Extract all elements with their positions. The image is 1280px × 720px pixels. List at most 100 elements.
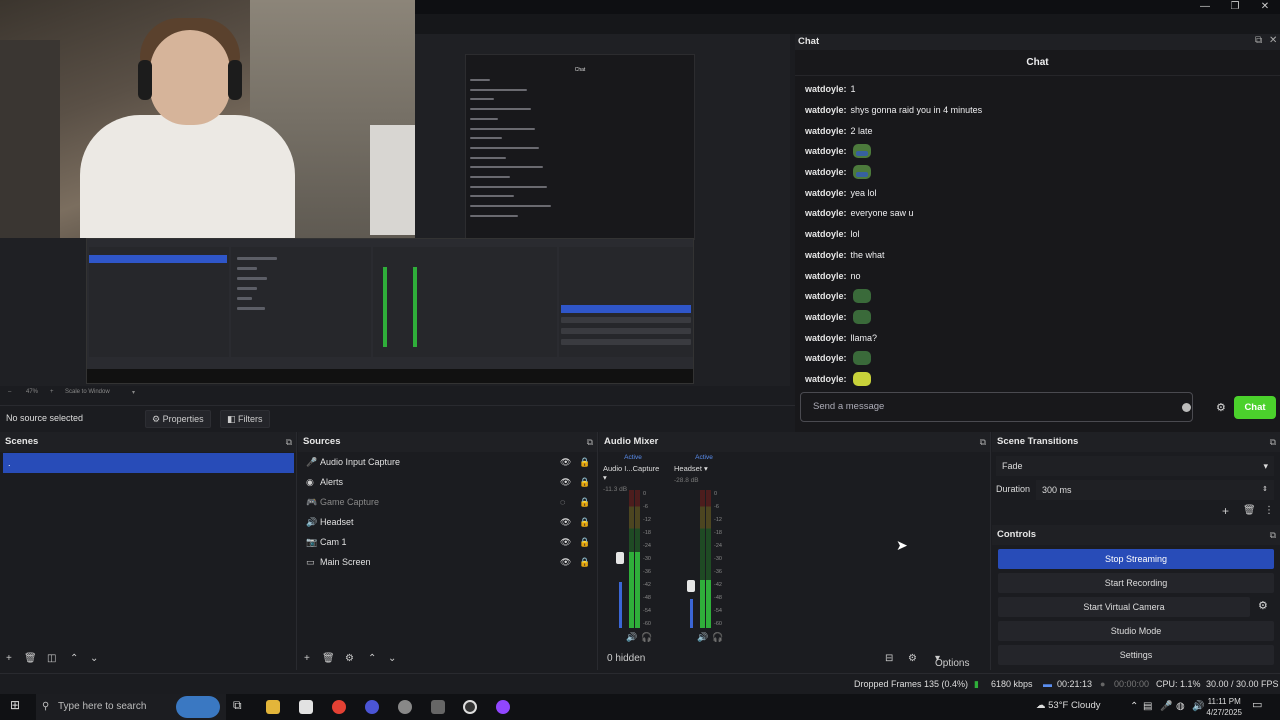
speaker-icon[interactable]: 🔊 xyxy=(626,632,637,643)
gear-icon[interactable]: ⚙ xyxy=(1216,401,1226,414)
lock-icon[interactable]: 🔒 xyxy=(579,452,590,472)
volume-slider-track[interactable] xyxy=(690,599,693,628)
mic-icon[interactable]: 🎤 xyxy=(1160,701,1172,712)
chat-username[interactable]: watdoyle: xyxy=(805,351,847,365)
scale-mode[interactable]: Scale to Window xyxy=(65,389,110,395)
chevron-down-icon[interactable]: ▾ xyxy=(603,473,607,482)
eye-icon[interactable]: 👁 xyxy=(560,532,571,552)
volume-slider-knob[interactable] xyxy=(687,579,695,592)
speaker-icon[interactable]: 🔊 xyxy=(697,632,708,643)
stop-streaming-button[interactable]: Stop Streaming xyxy=(998,549,1274,569)
settings-icon[interactable] xyxy=(398,700,412,714)
lock-icon[interactable]: 🔒 xyxy=(579,492,590,512)
chat-username[interactable]: watdoyle: xyxy=(805,144,847,158)
task-view-icon[interactable]: ⧉ xyxy=(233,698,242,713)
app-icon[interactable] xyxy=(299,700,313,714)
chevron-down-icon[interactable]: ▾ xyxy=(704,464,708,473)
lock-icon[interactable]: 🔒 xyxy=(579,532,590,552)
tray-chevron-icon[interactable]: ⌃ xyxy=(1130,701,1138,712)
layout-icon[interactable]: ⊟ xyxy=(885,653,893,664)
popout-icon[interactable]: ⧉ xyxy=(980,432,986,452)
transition-select[interactable]: Fade ▾ xyxy=(996,456,1274,476)
chat-username[interactable]: watdoyle: xyxy=(805,310,847,324)
lock-icon[interactable]: 🔒 xyxy=(579,512,590,532)
trash-icon[interactable]: 🗑 xyxy=(322,653,335,664)
eye-slash-icon[interactable]: ◌ xyxy=(560,492,565,512)
chat-username[interactable]: watdoyle: xyxy=(805,289,847,303)
twitch-icon[interactable] xyxy=(496,700,510,714)
options-dropdown[interactable]: Options ▾ xyxy=(935,653,969,669)
chat-username[interactable]: watdoyle: xyxy=(805,248,847,262)
filter-icon[interactable]: ◫ xyxy=(47,653,56,664)
source-item[interactable]: ◉ Alerts 👁 🔒 xyxy=(298,472,598,492)
popout-icon[interactable]: ⧉ xyxy=(587,432,593,452)
source-item[interactable]: 📷 Cam 1 👁 🔒 xyxy=(298,532,598,552)
source-item[interactable]: 🎤 Audio Input Capture 👁 🔒 xyxy=(298,452,598,472)
minimize-button[interactable]: — xyxy=(1190,0,1220,14)
chat-username[interactable]: watdoyle: xyxy=(805,82,847,96)
popout-icon[interactable]: ⧉ xyxy=(1270,432,1276,452)
chat-username[interactable]: watdoyle: xyxy=(805,103,847,117)
weather-widget[interactable]: ☁ 53°F Cloudy xyxy=(1036,700,1101,711)
lock-icon[interactable]: 🔒 xyxy=(579,472,590,492)
headphones-icon[interactable]: 🎧 xyxy=(712,632,723,643)
move-down-icon[interactable]: ⌄ xyxy=(90,653,98,664)
popout-icon[interactable]: ⧉ xyxy=(286,432,292,452)
filters-button[interactable]: ◧ Filters xyxy=(220,410,270,428)
move-up-icon[interactable]: ⌃ xyxy=(368,653,376,664)
volume-icon[interactable]: 🔊 xyxy=(1192,701,1204,712)
scene-item-selected[interactable]: . xyxy=(3,453,294,473)
popout-icon[interactable]: ⧉ xyxy=(1270,525,1276,545)
eye-icon[interactable]: 👁 xyxy=(560,472,571,492)
lock-icon[interactable]: 🔒 xyxy=(579,552,590,572)
add-icon[interactable]: + xyxy=(1222,504,1229,518)
chat-username[interactable]: watdoyle: xyxy=(805,124,847,138)
studio-mode-button[interactable]: Studio Mode xyxy=(998,621,1274,641)
source-item[interactable]: 🎮 Game Capture ◌ 🔒 xyxy=(298,492,598,512)
chat-username[interactable]: watdoyle: xyxy=(805,165,847,179)
windows-start-icon[interactable]: ⊞ xyxy=(10,698,20,712)
source-item[interactable]: ▭ Main Screen 👁 🔒 xyxy=(298,552,598,572)
zoom-minus-icon[interactable]: – xyxy=(8,389,11,395)
start-virtual-camera-button[interactable]: Start Virtual Camera xyxy=(998,597,1250,617)
channel-name[interactable]: Audio I...Capture ▾ xyxy=(603,464,663,482)
wifi-icon[interactable]: ◍ xyxy=(1176,701,1185,712)
network-icon[interactable]: ▤ xyxy=(1143,701,1152,712)
channel-name[interactable]: Headset ▾ xyxy=(674,464,734,473)
chat-send-button[interactable]: Chat xyxy=(1234,396,1276,419)
file-explorer-icon[interactable] xyxy=(266,700,280,714)
notification-icon[interactable]: ▭ xyxy=(1252,698,1262,711)
chat-username[interactable]: watdoyle: xyxy=(805,331,847,345)
app-icon-2[interactable] xyxy=(365,700,379,714)
settings-button[interactable]: Settings xyxy=(998,645,1274,665)
chat-username[interactable]: watdoyle: xyxy=(805,372,847,386)
start-recording-button[interactable]: Start Recording xyxy=(998,573,1274,593)
globe-icon[interactable] xyxy=(176,696,220,718)
eye-icon[interactable]: 👁 xyxy=(560,452,571,472)
properties-button[interactable]: ⚙ Properties xyxy=(145,410,211,428)
chrome-icon[interactable] xyxy=(332,700,346,714)
trash-icon[interactable]: 🗑 xyxy=(24,653,37,664)
move-down-icon[interactable]: ⌄ xyxy=(388,653,396,664)
eye-icon[interactable]: 👁 xyxy=(560,512,571,532)
zoom-plus-icon[interactable]: + xyxy=(50,389,54,395)
chat-username[interactable]: watdoyle: xyxy=(805,206,847,220)
close-button[interactable]: ✕ xyxy=(1250,0,1280,14)
maximize-button[interactable]: ❐ xyxy=(1220,0,1250,14)
obs-icon[interactable] xyxy=(463,700,477,714)
chat-username[interactable]: watdoyle: xyxy=(805,186,847,200)
duration-spinbox[interactable]: 300 ms ⇕ xyxy=(1036,480,1274,500)
volume-slider-knob[interactable] xyxy=(616,552,624,565)
add-icon[interactable]: + xyxy=(6,653,12,664)
eye-icon[interactable]: 👁 xyxy=(560,552,571,572)
trash-icon[interactable]: 🗑 xyxy=(1243,505,1256,516)
gear-icon[interactable]: ⚙ xyxy=(1258,599,1268,612)
emote-picker-icon[interactable] xyxy=(1182,403,1191,412)
more-icon[interactable]: ⋮ xyxy=(1264,505,1274,516)
volume-slider-track[interactable] xyxy=(619,582,622,628)
chat-username[interactable]: watdoyle: xyxy=(805,227,847,241)
advanced-audio-icon[interactable]: ⚙ xyxy=(908,653,917,664)
popout-icon[interactable]: ⧉ xyxy=(1255,35,1262,46)
taskbar-clock[interactable]: 11:11 PM 4/27/2025 xyxy=(1206,696,1242,718)
app-icon-3[interactable] xyxy=(431,700,445,714)
